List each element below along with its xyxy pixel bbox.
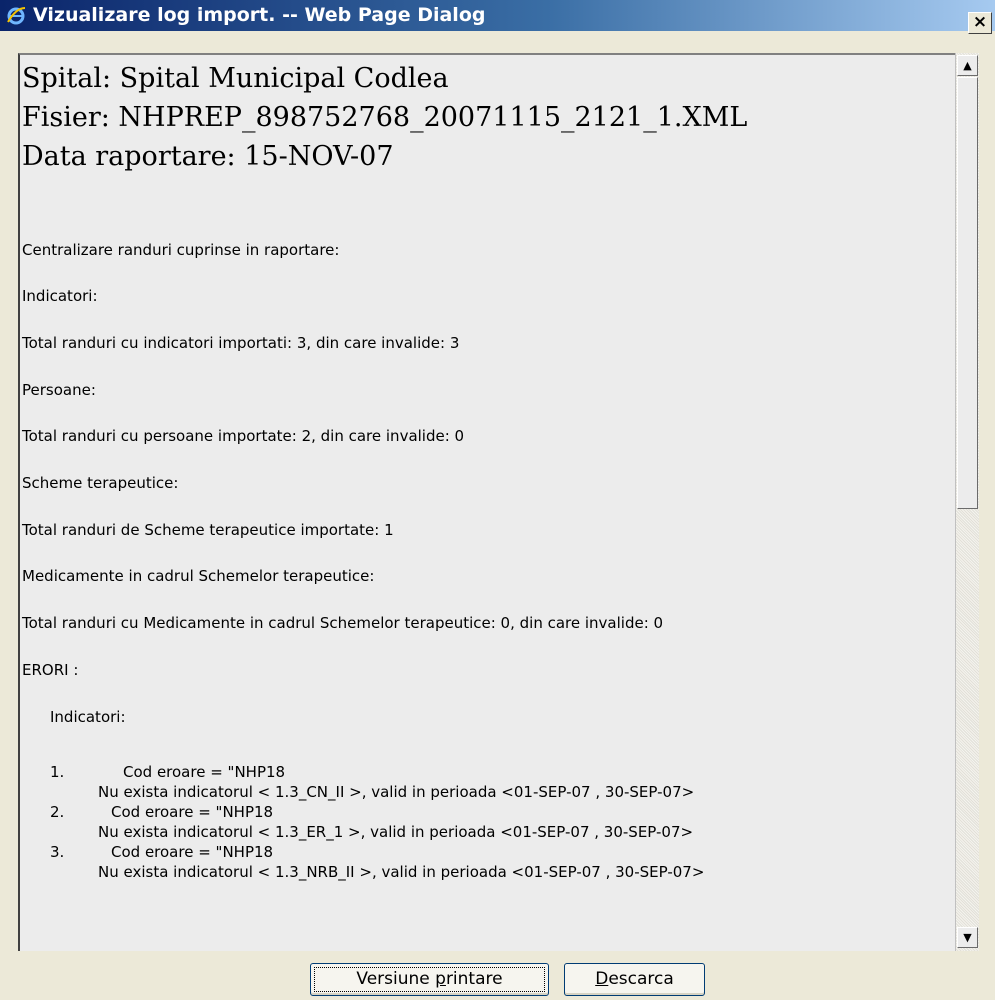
error-number: 3. [50, 843, 65, 861]
scrollbar-thumb[interactable] [957, 77, 978, 509]
scroll-up-button[interactable]: ▲ [957, 55, 978, 76]
data-raportare-heading: Data raportare: 15-NOV-07 [22, 141, 394, 172]
medicamente-total: Total randuri cu Medicamente in cadrul S… [22, 614, 664, 632]
scheme-label: Scheme terapeutice: [22, 474, 179, 492]
fisier-heading: Fisier: NHPREP_898752768_20071115_2121_1… [22, 102, 748, 133]
spital-heading: Spital: Spital Municipal Codlea [22, 63, 449, 94]
error-code: Cod eroare = "NHP18 [111, 803, 274, 821]
indicatori-total: Total randuri cu indicatori importati: 3… [22, 334, 460, 352]
centralizare-label: Centralizare randuri cuprinse in raporta… [22, 241, 340, 259]
download-button[interactable]: Descarca [564, 963, 705, 996]
scroll-down-button[interactable]: ▼ [957, 927, 978, 948]
error-message: Nu exista indicatorul < 1.3_ER_1 >, vali… [98, 823, 694, 841]
erori-indicatori-label: Indicatori: [50, 708, 126, 726]
title-bar: Vizualizare log import. -- Web Page Dial… [0, 0, 995, 34]
arrow-up-icon: ▲ [963, 59, 972, 72]
print-version-button[interactable]: Versiune printare [310, 963, 549, 996]
close-button[interactable]: × [968, 12, 992, 34]
medicamente-label: Medicamente in cadrul Schemelor terapeut… [22, 567, 375, 585]
error-message: Nu exista indicatorul < 1.3_NRB_II >, va… [98, 863, 705, 881]
error-number: 2. [50, 803, 65, 821]
close-icon: × [972, 12, 988, 32]
persoane-total: Total randuri cu persoane importate: 2, … [22, 427, 465, 445]
indicatori-label: Indicatori: [22, 287, 98, 305]
error-code: Cod eroare = "NHP18 [123, 763, 286, 781]
error-code: Cod eroare = "NHP18 [111, 843, 274, 861]
log-content-pane[interactable]: Spital: Spital Municipal Codlea Fisier: … [18, 53, 955, 951]
error-number: 1. [50, 763, 65, 781]
persoane-label: Persoane: [22, 381, 96, 399]
scheme-total: Total randuri de Scheme terapeutice impo… [22, 521, 394, 539]
error-message: Nu exista indicatorul < 1.3_CN_II >, val… [98, 783, 695, 801]
ie-icon [7, 7, 26, 25]
window-title: Vizualizare log import. -- Web Page Dial… [33, 4, 486, 26]
erori-label: ERORI : [22, 661, 79, 679]
arrow-down-icon: ▼ [963, 931, 972, 944]
vertical-scrollbar[interactable]: ▲ ▼ [955, 53, 979, 951]
